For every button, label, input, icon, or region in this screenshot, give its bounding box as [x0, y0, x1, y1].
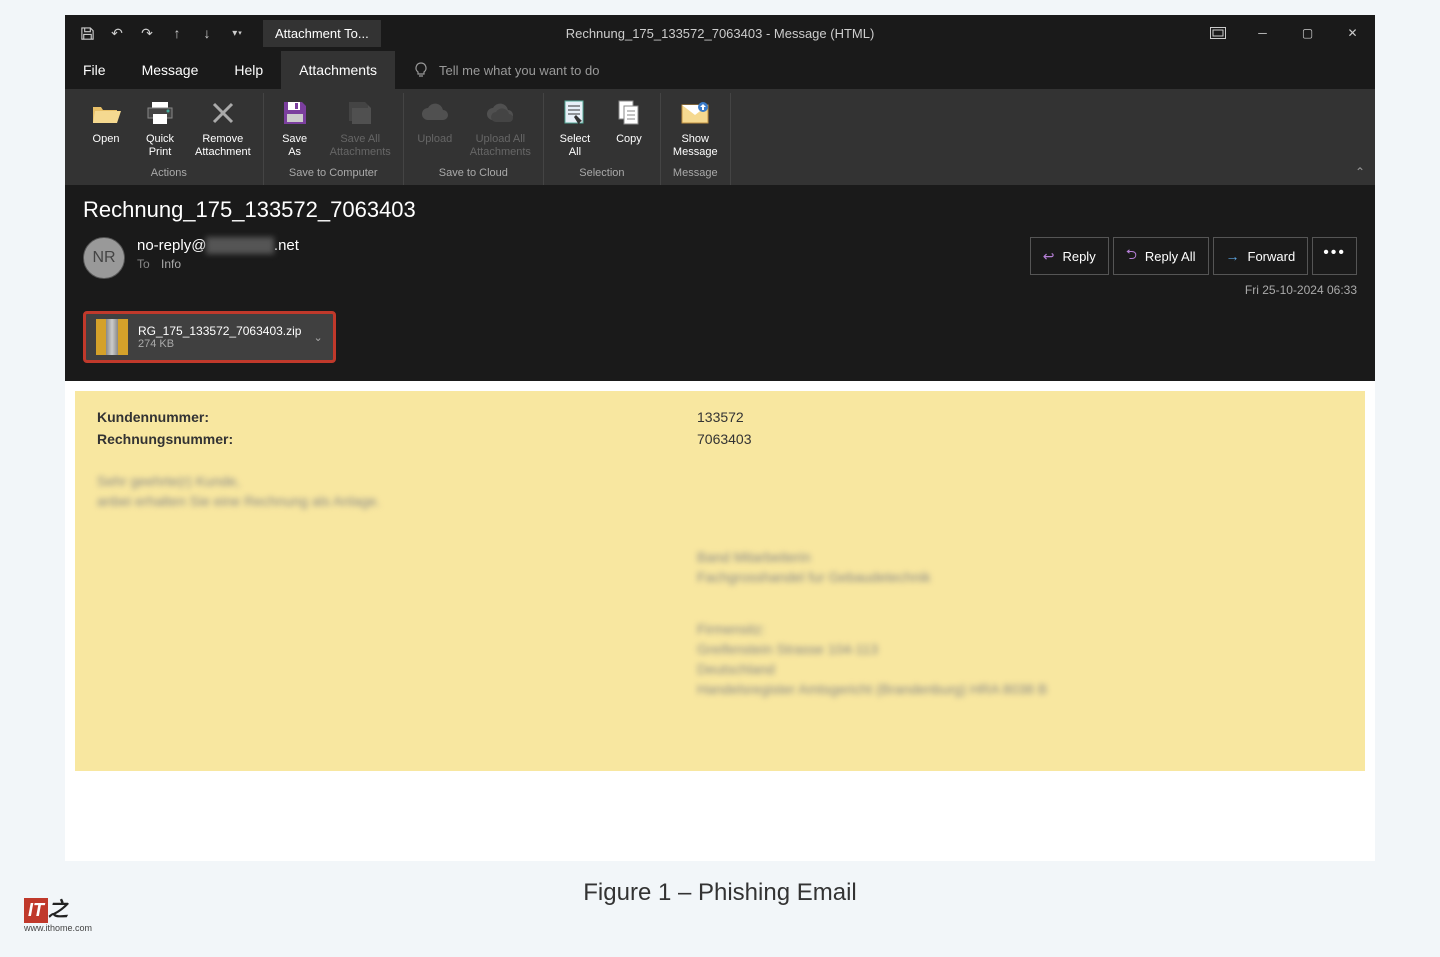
- signature-redacted: Greifenstein Strasse 104-113: [697, 641, 1343, 657]
- menu-bar: File Message Help Attachments Tell me wh…: [65, 51, 1375, 89]
- undo-icon[interactable]: ↶: [103, 19, 131, 47]
- ribbon-group-save-computer: Save As Save All Attachments Save to Com…: [264, 93, 404, 185]
- signature-redacted: Fachgrosshandel fur Gebaudetechnik: [697, 569, 1343, 585]
- tab-attachments[interactable]: Attachments: [281, 51, 395, 89]
- reply-all-icon: ⮌: [1126, 244, 1137, 268]
- quick-access-toolbar: ↶ ↷ ↑ ↓ ▾▾: [65, 19, 259, 47]
- sender-info: no-reply@xxxxxxxxx.net To Info: [137, 237, 1030, 271]
- copy-icon: [613, 97, 645, 129]
- customer-number-value: 133572: [697, 409, 744, 425]
- arrow-up-icon[interactable]: ↑: [163, 19, 191, 47]
- remove-attachment-button[interactable]: Remove Attachment: [189, 93, 257, 163]
- ribbon-group-actions: Open Quick Print Remove Attachment Actio…: [75, 93, 264, 185]
- open-button[interactable]: Open: [81, 93, 131, 163]
- arrow-down-icon[interactable]: ↓: [193, 19, 221, 47]
- floppy-disk-multi-icon: [344, 97, 376, 129]
- attachment-item[interactable]: RG_175_133572_7063403.zip 274 KB ⌄: [83, 311, 336, 363]
- tab-message[interactable]: Message: [124, 51, 217, 89]
- show-message-button[interactable]: Show Message: [667, 93, 724, 163]
- timestamp: Fri 25-10-2024 06:33: [1245, 283, 1357, 297]
- forward-icon: →: [1226, 248, 1240, 264]
- folder-open-icon: [90, 97, 122, 129]
- maximize-button[interactable]: ▢: [1285, 15, 1330, 51]
- watermark-logo: IT: [24, 898, 48, 923]
- email-content: Kundennummer: 133572 Rechnungsnummer: 70…: [75, 391, 1365, 771]
- signature-redacted: Deutschland: [697, 661, 1343, 677]
- close-button[interactable]: ✕: [1330, 15, 1375, 51]
- group-label-save-computer: Save to Computer: [289, 163, 378, 185]
- save-all-attachments-button[interactable]: Save All Attachments: [324, 93, 397, 163]
- floppy-disk-icon: [279, 97, 311, 129]
- qat-tab-attachment[interactable]: Attachment To...: [263, 20, 381, 47]
- watermark: IT之 www.ithome.com: [24, 893, 92, 933]
- outlook-window: ↶ ↷ ↑ ↓ ▾▾ Attachment To... Rechnung_175…: [65, 15, 1375, 861]
- window-title: Rechnung_175_133572_7063403 - Message (H…: [566, 26, 875, 41]
- signature-redacted: Handelsregister Amtsgericht (Brandenburg…: [697, 681, 1343, 697]
- cloud-upload-multi-icon: [484, 97, 516, 129]
- forward-button[interactable]: →Forward: [1213, 237, 1309, 275]
- save-as-button[interactable]: Save As: [270, 93, 320, 163]
- attachment-name: RG_175_133572_7063403.zip: [138, 324, 301, 338]
- body-line-redacted: Sehr geehrte(r) Kunde,: [97, 473, 1343, 489]
- upload-all-button[interactable]: Upload All Attachments: [464, 93, 537, 163]
- title-bar: ↶ ↷ ↑ ↓ ▾▾ Attachment To... Rechnung_175…: [65, 15, 1375, 51]
- body-line-redacted: anbei erhalten Sie eine Rechnung als Anl…: [97, 493, 1343, 509]
- collapse-ribbon-icon[interactable]: ⌃: [1355, 165, 1365, 179]
- signature-redacted: Firmensitz:: [697, 621, 1343, 637]
- reply-icon: ↩: [1043, 248, 1055, 265]
- ribbon-group-message: Show Message Message: [661, 93, 731, 185]
- customer-number-label: Kundennummer:: [97, 409, 697, 425]
- tell-me-placeholder: Tell me what you want to do: [439, 63, 599, 78]
- invoice-number-label: Rechnungsnummer:: [97, 431, 697, 447]
- envelope-icon: [679, 97, 711, 129]
- upload-button[interactable]: Upload: [410, 93, 460, 163]
- delete-x-icon: [207, 97, 239, 129]
- to-line: To Info: [137, 257, 1030, 271]
- select-all-button[interactable]: Select All: [550, 93, 600, 163]
- reply-button[interactable]: ↩Reply: [1030, 237, 1109, 275]
- copy-button[interactable]: Copy: [604, 93, 654, 163]
- chevron-down-icon[interactable]: ⌄: [313, 331, 322, 344]
- qat-customize-icon[interactable]: ▾▾: [223, 19, 251, 47]
- zip-file-icon: [96, 319, 128, 355]
- figure-caption: Figure 1 – Phishing Email: [15, 861, 1425, 925]
- cloud-upload-icon: [419, 97, 451, 129]
- sender-email: no-reply@xxxxxxxxx.net: [137, 237, 1030, 254]
- group-label-selection: Selection: [579, 163, 624, 185]
- email-body: Kundennummer: 133572 Rechnungsnummer: 70…: [65, 381, 1375, 861]
- tab-help[interactable]: Help: [216, 51, 281, 89]
- watermark-url: www.ithome.com: [24, 923, 92, 933]
- ribbon-group-selection: Select All Copy Selection: [544, 93, 661, 185]
- minimize-button[interactable]: ─: [1240, 15, 1285, 51]
- ribbon-group-save-cloud: Upload Upload All Attachments Save to Cl…: [404, 93, 544, 185]
- group-label-message: Message: [673, 163, 718, 185]
- reply-all-button[interactable]: ⮌Reply All: [1113, 237, 1209, 275]
- window-controls: ─ ▢ ✕: [1195, 15, 1375, 51]
- save-icon[interactable]: [73, 19, 101, 47]
- invoice-number-value: 7063403: [697, 431, 752, 447]
- select-all-icon: [559, 97, 591, 129]
- message-actions: ↩Reply ⮌Reply All →Forward ••• Fri 25-10…: [1030, 237, 1357, 297]
- signature-redacted: Band Mitarbeiterin: [697, 549, 1343, 565]
- group-label-save-cloud: Save to Cloud: [439, 163, 508, 185]
- redo-icon[interactable]: ↷: [133, 19, 161, 47]
- attachment-size: 274 KB: [138, 338, 301, 350]
- printer-icon: [144, 97, 176, 129]
- tell-me-search[interactable]: Tell me what you want to do: [413, 51, 599, 89]
- tab-file[interactable]: File: [65, 51, 124, 89]
- more-actions-button[interactable]: •••: [1312, 237, 1357, 275]
- quick-print-button[interactable]: Quick Print: [135, 93, 185, 163]
- message-header: Rechnung_175_133572_7063403 NR no-reply@…: [65, 185, 1375, 381]
- lightbulb-icon: [413, 62, 429, 78]
- group-label-actions: Actions: [151, 163, 187, 185]
- view-settings-icon[interactable]: [1195, 15, 1240, 51]
- avatar: NR: [83, 237, 125, 279]
- ribbon: Open Quick Print Remove Attachment Actio…: [65, 89, 1375, 185]
- subject-line: Rechnung_175_133572_7063403: [83, 197, 1357, 223]
